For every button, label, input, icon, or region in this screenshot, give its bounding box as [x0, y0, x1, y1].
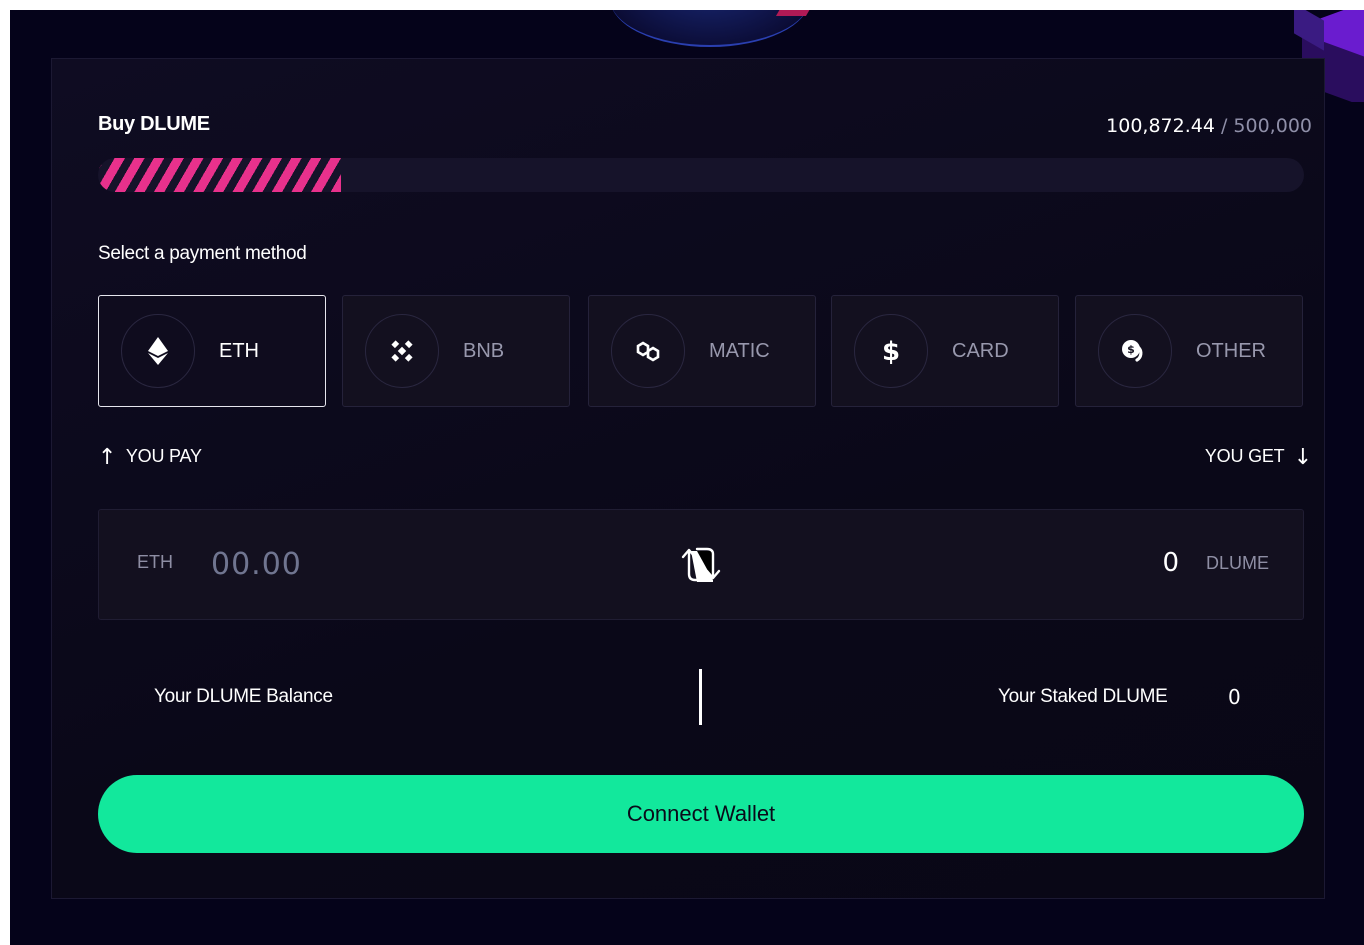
- you-get-heading: YOU GET ↓: [1205, 445, 1312, 470]
- progress-readout: 100,872.44 / 500,000: [1106, 115, 1312, 137]
- connect-wallet-button[interactable]: Connect Wallet: [98, 775, 1304, 853]
- svg-text:$: $: [1127, 343, 1135, 356]
- staked-label: Your Staked DLUME: [998, 686, 1168, 707]
- payment-method-label: OTHER: [1196, 340, 1266, 362]
- page-background: Buy DLUME 100,872.44 / 500,000 Select a …: [10, 10, 1364, 945]
- pay-amount-input[interactable]: [211, 540, 511, 588]
- progress-bar: [98, 158, 1304, 192]
- arrow-down-icon: ↓: [1293, 445, 1312, 470]
- bnb-icon: [365, 314, 439, 388]
- exchange-box: ETH 0 DLUME: [98, 509, 1304, 620]
- buy-widget: Buy DLUME 100,872.44 / 500,000 Select a …: [51, 58, 1325, 899]
- you-pay-heading: ↑ YOU PAY: [98, 445, 202, 470]
- payment-method-other[interactable]: $ OTHER: [1075, 295, 1303, 407]
- goal-amount: 500,000: [1233, 115, 1312, 137]
- payment-methods: ETH BNB MATIC $ CARD $ OTHER: [98, 295, 1304, 407]
- coins-icon: $: [1098, 314, 1172, 388]
- decorative-accent: [775, 10, 815, 16]
- payment-method-label: BNB: [463, 340, 505, 362]
- balance-divider: [699, 669, 702, 725]
- balance-label: Your DLUME Balance: [154, 686, 333, 707]
- progress-fill: [98, 158, 342, 192]
- payment-method-label: MATIC: [709, 340, 770, 362]
- payment-method-card[interactable]: $ CARD: [831, 295, 1059, 407]
- payment-method-matic[interactable]: MATIC: [588, 295, 816, 407]
- payment-method-eth[interactable]: ETH: [98, 295, 326, 407]
- raised-amount: 100,872.44: [1106, 115, 1215, 137]
- get-currency: DLUME: [1205, 553, 1269, 573]
- payment-method-bnb[interactable]: BNB: [342, 295, 570, 407]
- svg-text:$: $: [882, 337, 900, 366]
- swap-icon[interactable]: [669, 542, 733, 586]
- progress-separator: /: [1214, 115, 1234, 137]
- you-get-label: YOU GET: [1204, 446, 1285, 466]
- payment-method-label: Select a payment method: [98, 243, 307, 264]
- dollar-icon: $: [854, 314, 928, 388]
- you-pay-label: YOU PAY: [125, 446, 202, 466]
- payment-method-label: CARD: [952, 340, 1009, 362]
- polygon-icon: [611, 314, 685, 388]
- get-amount: 0: [1162, 548, 1179, 578]
- ethereum-icon: [121, 314, 195, 388]
- payment-method-label: ETH: [219, 340, 259, 362]
- arrow-up-icon: ↑: [98, 445, 117, 470]
- pay-currency: ETH: [137, 552, 173, 572]
- widget-title: Buy DLUME: [98, 113, 210, 135]
- staked-value: 0: [1228, 685, 1241, 709]
